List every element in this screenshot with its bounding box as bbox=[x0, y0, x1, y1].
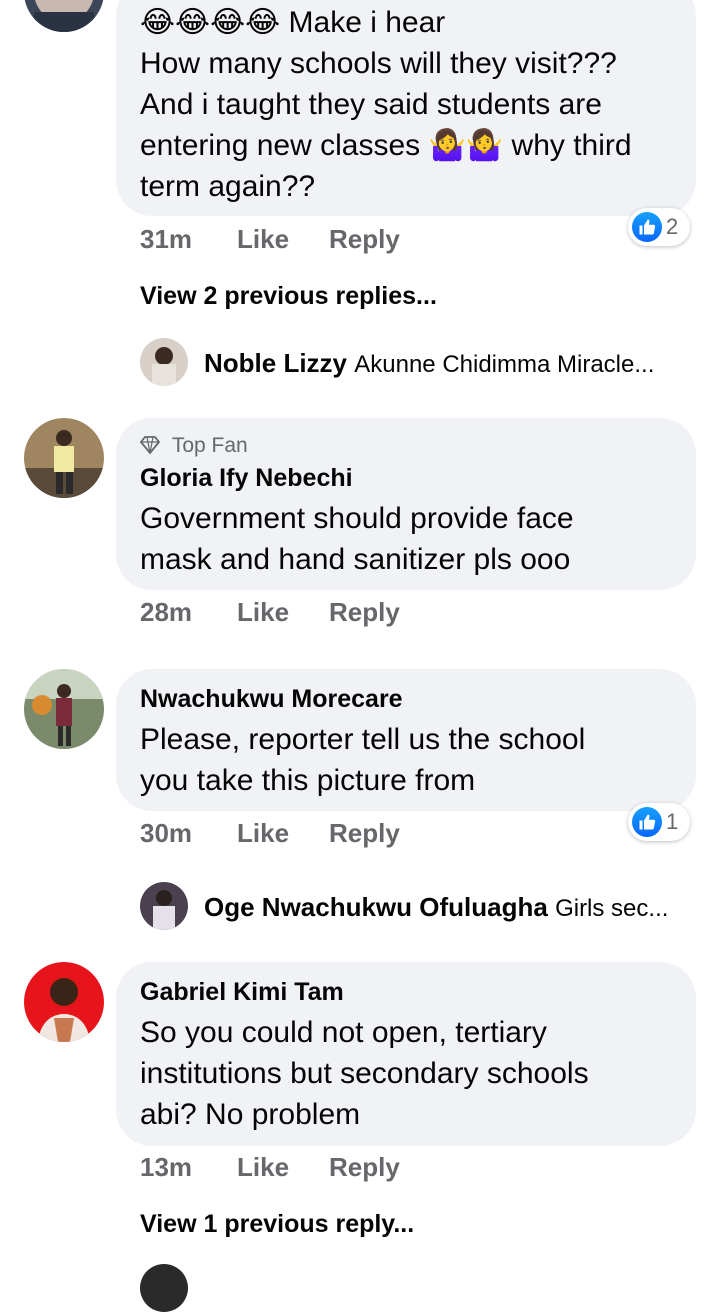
comment-bubble: Nwachukwu Morecare Please, reporter tell… bbox=[116, 669, 696, 811]
reaction-badge[interactable]: 2 bbox=[628, 208, 690, 246]
reply-snippet: Girls sec... bbox=[555, 895, 669, 922]
comment-text-line: you take this picture from bbox=[140, 764, 476, 797]
reply-button[interactable]: Reply bbox=[329, 818, 400, 849]
comment-text-line: So you could not open, tertiary bbox=[140, 1016, 547, 1049]
like-button[interactable]: Like bbox=[237, 1152, 289, 1183]
comment-text-line: term again?? bbox=[140, 170, 316, 203]
view-previous-replies-link[interactable]: View 1 previous reply... bbox=[140, 1210, 414, 1239]
comment-bubble: Gabriel Kimi Tam So you could not open, … bbox=[116, 962, 696, 1146]
comment-bubble: Top Fan Gloria Ify Nebechi Government sh… bbox=[116, 418, 696, 590]
reaction-badge[interactable]: 1 bbox=[628, 803, 690, 841]
comment-time[interactable]: 13m bbox=[140, 1152, 192, 1183]
reply-preview[interactable]: Noble Lizzy Akunne Chidimma Miracle... bbox=[204, 348, 654, 379]
comment-text-line: mask and hand sanitizer pls ooo bbox=[140, 543, 571, 576]
comment-bubble: 😂😂😂😂 Make i hear How many schools will t… bbox=[116, 0, 696, 216]
view-previous-replies-link[interactable]: View 2 previous replies... bbox=[140, 282, 437, 311]
like-button[interactable]: Like bbox=[237, 597, 289, 628]
comment-text-line: Please, reporter tell us the school bbox=[140, 723, 586, 756]
comment-text-line: abi? No problem bbox=[140, 1098, 361, 1131]
reaction-count: 1 bbox=[666, 809, 679, 834]
reply-author: Noble Lizzy bbox=[204, 348, 348, 378]
comment-author[interactable]: Nwachukwu Morecare bbox=[140, 685, 403, 714]
reply-author: Oge Nwachukwu Ofuluagha bbox=[204, 892, 548, 922]
avatar[interactable] bbox=[140, 1264, 188, 1312]
comment-author[interactable]: Gloria Ify Nebechi bbox=[140, 464, 353, 493]
reply-preview[interactable]: Oge Nwachukwu Ofuluagha Girls sec... bbox=[204, 892, 668, 923]
comment-text-line: institutions but secondary schools bbox=[140, 1057, 589, 1090]
avatar[interactable] bbox=[24, 962, 104, 1042]
like-button[interactable]: Like bbox=[237, 224, 289, 255]
like-button[interactable]: Like bbox=[237, 818, 289, 849]
comment-text-line: How many schools will they visit??? bbox=[140, 47, 617, 80]
avatar[interactable] bbox=[140, 882, 188, 930]
avatar[interactable] bbox=[24, 0, 104, 32]
comment-text-line: And i taught they said students are bbox=[140, 88, 602, 121]
avatar[interactable] bbox=[140, 338, 188, 386]
reply-button[interactable]: Reply bbox=[329, 1152, 400, 1183]
reaction-count: 2 bbox=[666, 214, 679, 239]
comment-time[interactable]: 31m bbox=[140, 224, 192, 255]
reply-snippet: Akunne Chidimma Miracle... bbox=[354, 351, 655, 378]
like-icon bbox=[632, 807, 662, 837]
reply-button[interactable]: Reply bbox=[329, 224, 400, 255]
comment-author[interactable]: Gabriel Kimi Tam bbox=[140, 978, 344, 1007]
top-fan-badge: Top Fan bbox=[139, 434, 248, 458]
reply-button[interactable]: Reply bbox=[329, 597, 400, 628]
avatar[interactable] bbox=[24, 669, 104, 749]
diamond-icon bbox=[139, 436, 161, 455]
top-fan-label: Top Fan bbox=[171, 434, 248, 457]
comment-text-line: Government should provide face bbox=[140, 502, 574, 535]
avatar[interactable] bbox=[24, 418, 104, 498]
like-icon bbox=[632, 212, 662, 242]
comment-text-line: 😂😂😂😂 Make i hear bbox=[140, 6, 446, 39]
comment-text-line: entering new classes 🤷‍♀️🤷‍♀️ why third bbox=[140, 129, 632, 162]
comment-time[interactable]: 30m bbox=[140, 818, 192, 849]
comment-time[interactable]: 28m bbox=[140, 597, 192, 628]
